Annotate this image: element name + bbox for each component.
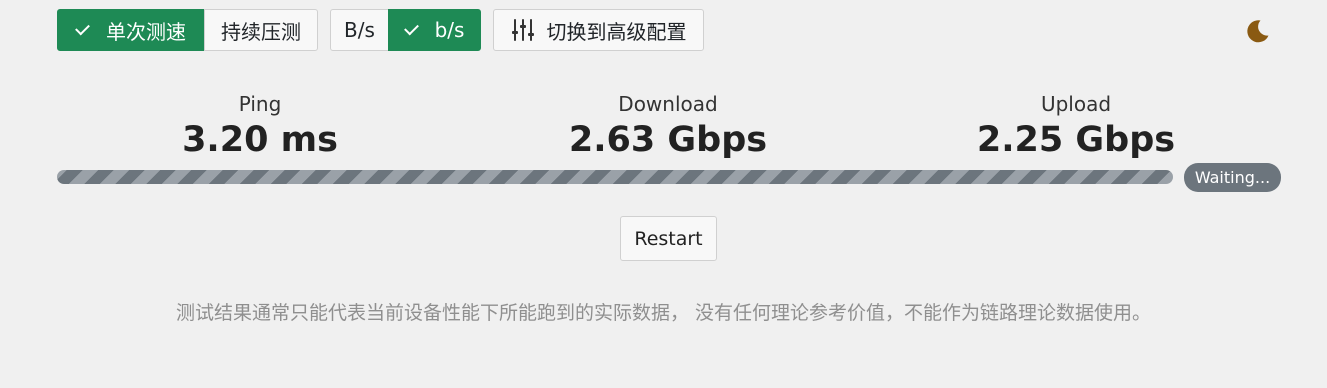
restart-button[interactable]: Restart <box>620 216 717 261</box>
stress-test-button[interactable]: 持续压测 <box>204 9 318 51</box>
status-badge: Waiting... <box>1184 163 1281 192</box>
upload-value: 2.25 Gbps <box>976 120 1176 160</box>
advanced-config-label: 切换到高级配置 <box>546 19 687 44</box>
restart-label: Restart <box>634 227 703 250</box>
single-test-button[interactable]: 单次测速 <box>57 9 205 51</box>
ping-value: 3.20 ms <box>182 120 338 160</box>
disclaimer-text: 测试结果通常只能代表当前设备性能下所能跑到的实际数据， 没有任何理论参考价值，不… <box>175 302 1152 324</box>
moon-icon[interactable] <box>1242 16 1272 46</box>
upload-label: Upload <box>1040 92 1112 116</box>
progress-bar <box>57 170 1173 184</box>
download-label: Download <box>618 92 718 116</box>
unit-bits-button[interactable]: b/s <box>388 9 481 51</box>
stress-test-label: 持续压测 <box>221 19 301 44</box>
check-icon <box>75 20 90 35</box>
unit-bytes-label: B/s <box>344 18 375 42</box>
unit-bytes-button[interactable]: B/s <box>330 9 389 51</box>
unit-bits-label: b/s <box>434 18 465 42</box>
check-icon <box>403 20 419 35</box>
download-value: 2.63 Gbps <box>568 120 768 160</box>
sliders-icon <box>511 19 534 41</box>
ping-label: Ping <box>238 92 282 116</box>
single-test-label: 单次测速 <box>106 19 186 44</box>
advanced-config-button[interactable]: 切换到高级配置 <box>493 9 704 51</box>
